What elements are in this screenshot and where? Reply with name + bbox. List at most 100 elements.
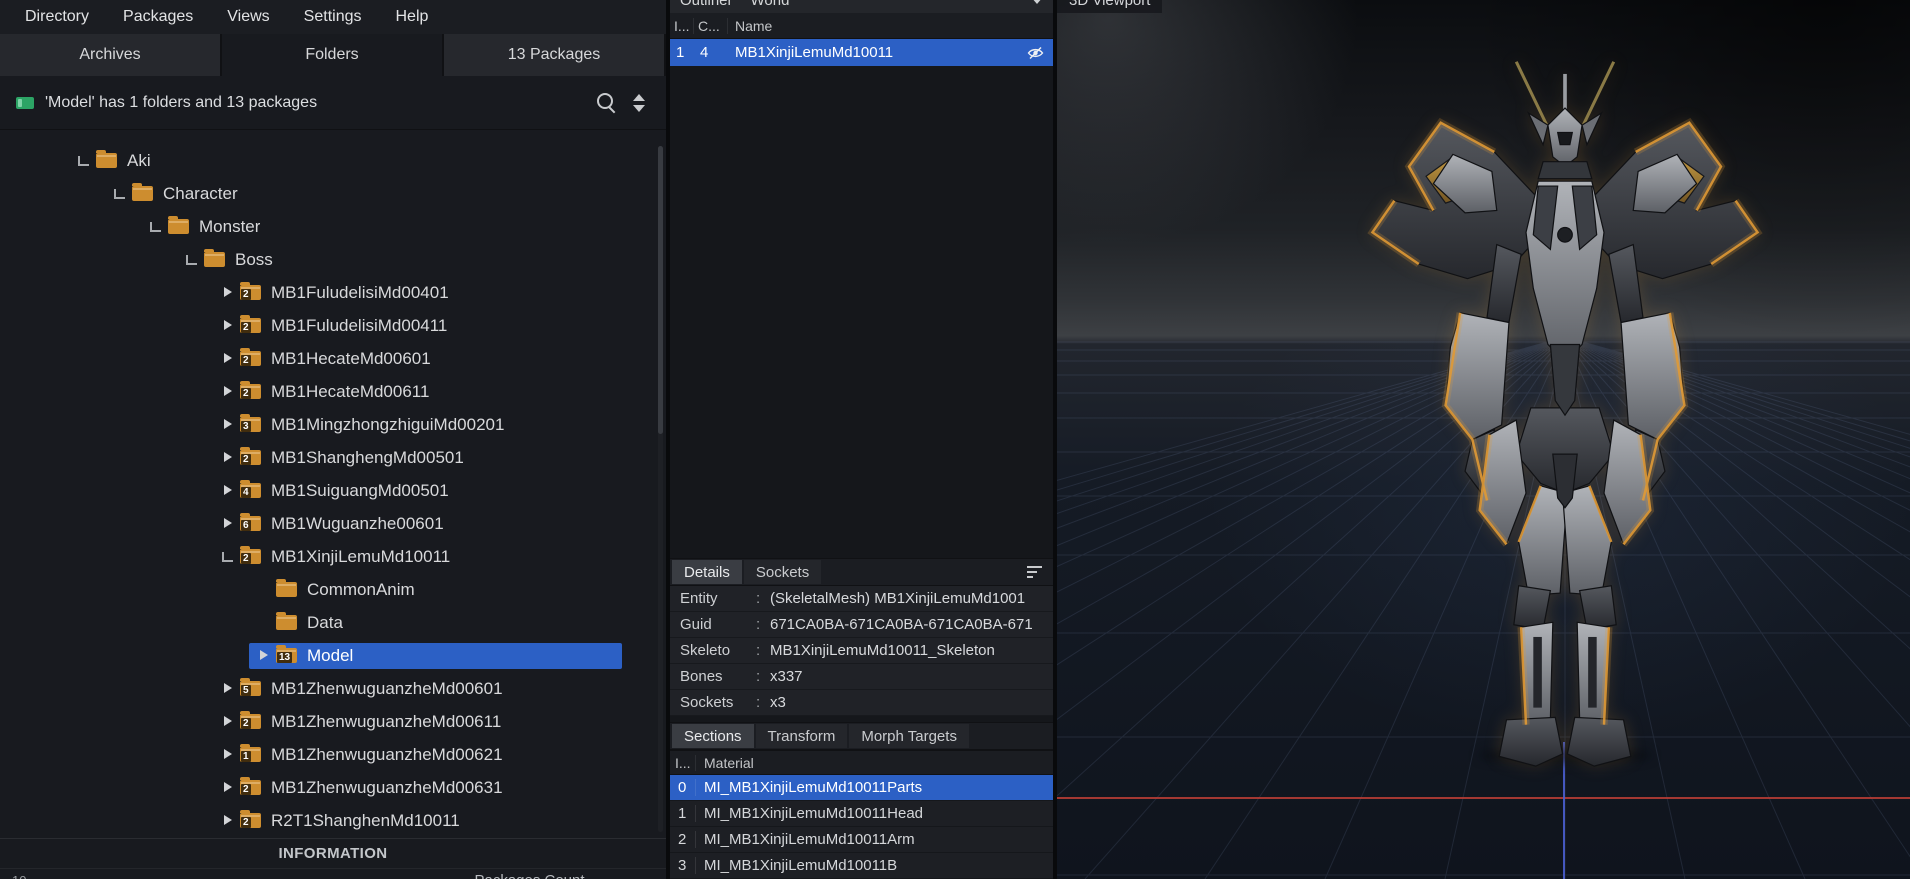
tree-row[interactable]: 2 MB1HecateMd00611	[0, 375, 666, 408]
expand-chevron-icon[interactable]	[220, 384, 235, 399]
folder-icon: 2	[240, 447, 261, 465]
tree-row[interactable]: 2 MB1HecateMd00601	[0, 342, 666, 375]
expand-chevron-icon[interactable]	[220, 285, 235, 300]
detail-colon: :	[756, 694, 761, 711]
expand-chevron-icon[interactable]	[220, 747, 235, 762]
tree-row[interactable]: 2 MB1ShanghengMd00501	[0, 441, 666, 474]
detail-row: Bones : x337	[670, 664, 1053, 690]
tree-row[interactable]: Monster	[0, 210, 666, 243]
menu-directory[interactable]: Directory	[8, 8, 106, 26]
visibility-off-icon[interactable]	[1027, 46, 1044, 60]
folder-count-badge: 1	[241, 751, 251, 762]
tree-row[interactable]: 3 MB1MingzhongzhiguiMd00201	[0, 408, 666, 441]
tab-archives[interactable]: Archives	[0, 34, 222, 76]
tree-row[interactable]: 5 MB1ZhenwuguanzheMd00601	[0, 672, 666, 705]
material-row[interactable]: 1 MI_MB1XinjiLemuMd10011Head	[670, 801, 1053, 827]
tree-row[interactable]: 13 Model	[0, 639, 666, 672]
material-row[interactable]: 0 MI_MB1XinjiLemuMd10011Parts	[670, 775, 1053, 801]
detail-value: x3	[770, 694, 786, 711]
tree-row[interactable]: Aki	[0, 144, 666, 177]
outliner-row-selected[interactable]: 1 4 MB1XinjiLemuMd10011	[670, 39, 1053, 66]
material-name: MI_MB1XinjiLemuMd10011Arm	[704, 831, 915, 848]
menu-bar: Directory Packages Views Settings Help	[0, 0, 666, 34]
filter-icon[interactable]	[1027, 564, 1043, 580]
expand-chevron-icon[interactable]	[256, 615, 271, 630]
chevron-down-icon[interactable]	[1031, 0, 1043, 4]
tree-row[interactable]: 2 MB1FuludelisiMd00401	[0, 276, 666, 309]
column-id[interactable]: I...	[670, 17, 694, 34]
outliner-empty-area[interactable]	[670, 66, 1053, 558]
tree-item-label: R2T1ShanghenMd10011	[271, 810, 460, 830]
column-material[interactable]: Material	[696, 755, 1053, 771]
tree-item-label: Character	[163, 183, 238, 203]
tree-row[interactable]: Boss	[0, 243, 666, 276]
tab-morph-targets[interactable]: Morph Targets	[849, 724, 969, 748]
material-name: MI_MB1XinjiLemuMd10011B	[704, 857, 898, 874]
column-index[interactable]: I...	[670, 754, 696, 771]
expand-chevron-icon[interactable]	[184, 252, 199, 267]
tree-row[interactable]: 2 R2T1ShanghenMd10011	[0, 804, 666, 837]
tree-row[interactable]: 2 MB1ZhenwuguanzheMd00611	[0, 705, 666, 738]
tree-row[interactable]: CommonAnim	[0, 573, 666, 606]
expand-chevron-icon[interactable]	[256, 648, 271, 663]
expand-chevron-icon[interactable]	[76, 153, 91, 168]
tree-scrollbar-thumb[interactable]	[658, 146, 663, 435]
viewport-3d[interactable]: 3D Viewport	[1057, 0, 1910, 879]
tree-row[interactable]: 2 MB1FuludelisiMd00411	[0, 309, 666, 342]
expand-chevron-icon[interactable]	[220, 681, 235, 696]
expand-chevron-icon[interactable]	[220, 516, 235, 531]
expand-chevron-icon[interactable]	[220, 813, 235, 828]
menu-views[interactable]: Views	[210, 8, 286, 26]
expand-chevron-icon[interactable]	[220, 714, 235, 729]
tab-packages-count[interactable]: 13 Packages	[444, 34, 666, 76]
world-dropdown[interactable]: World	[751, 0, 790, 9]
expand-chevron-icon[interactable]	[148, 219, 163, 234]
expand-chevron-icon[interactable]	[220, 549, 235, 564]
tab-details[interactable]: Details	[672, 560, 742, 584]
expand-chevron-icon[interactable]	[112, 186, 127, 201]
tab-outliner[interactable]: Outliner	[680, 0, 733, 9]
expand-chevron-icon[interactable]	[220, 780, 235, 795]
tab-folders[interactable]: Folders	[222, 34, 444, 76]
expand-collapse-all-icon[interactable]	[628, 92, 650, 114]
expand-chevron-icon[interactable]	[220, 483, 235, 498]
tree-row[interactable]: 1 MB1ZhenwuguanzheMd00621	[0, 738, 666, 771]
expand-chevron-icon[interactable]	[220, 318, 235, 333]
folder-icon	[168, 216, 189, 234]
tree-row[interactable]: 2 MB1ZhenwuguanzheMd00631	[0, 771, 666, 804]
tree-row[interactable]: 2 MB1XinjiLemuMd10011	[0, 540, 666, 573]
menu-settings[interactable]: Settings	[287, 8, 379, 26]
folder-count-badge: 6	[241, 520, 251, 531]
material-row[interactable]: 3 MI_MB1XinjiLemuMd10011B	[670, 853, 1053, 879]
tab-sockets[interactable]: Sockets	[743, 560, 822, 584]
material-row[interactable]: 2 MI_MB1XinjiLemuMd10011Arm	[670, 827, 1053, 853]
tree-row[interactable]: 4 MB1SuiguangMd00501	[0, 474, 666, 507]
outliner-row-count: 4	[700, 44, 709, 61]
expand-chevron-icon[interactable]	[220, 417, 235, 432]
search-icon[interactable]	[595, 92, 617, 114]
menu-packages[interactable]: Packages	[106, 8, 210, 26]
folder-count-badge: 3	[241, 421, 251, 432]
expand-chevron-icon[interactable]	[220, 351, 235, 366]
folder-icon: 1	[240, 744, 261, 762]
tree-row[interactable]: Character	[0, 177, 666, 210]
tree-item-label: MB1SuiguangMd00501	[271, 480, 449, 500]
column-count[interactable]: C...	[694, 17, 728, 34]
folder-count-badge: 2	[241, 553, 251, 564]
tree-row[interactable]: 6 MB1Wuguanzhe00601	[0, 507, 666, 540]
folder-icon	[132, 183, 153, 201]
column-name[interactable]: Name	[728, 18, 1053, 34]
material-index: 2	[670, 831, 696, 848]
tree-scrollbar[interactable]	[658, 146, 663, 832]
folder-icon	[276, 612, 297, 630]
outliner-row-id: 1	[676, 44, 685, 61]
model-tag-icon	[16, 96, 34, 109]
tab-sections[interactable]: Sections	[672, 724, 754, 748]
tree-row[interactable]: Data	[0, 606, 666, 639]
tab-transform[interactable]: Transform	[755, 724, 848, 748]
menu-help[interactable]: Help	[378, 8, 445, 26]
folder-icon	[96, 150, 117, 168]
folder-count-badge: 4	[241, 487, 251, 498]
expand-chevron-icon[interactable]	[220, 450, 235, 465]
expand-chevron-icon[interactable]	[256, 582, 271, 597]
